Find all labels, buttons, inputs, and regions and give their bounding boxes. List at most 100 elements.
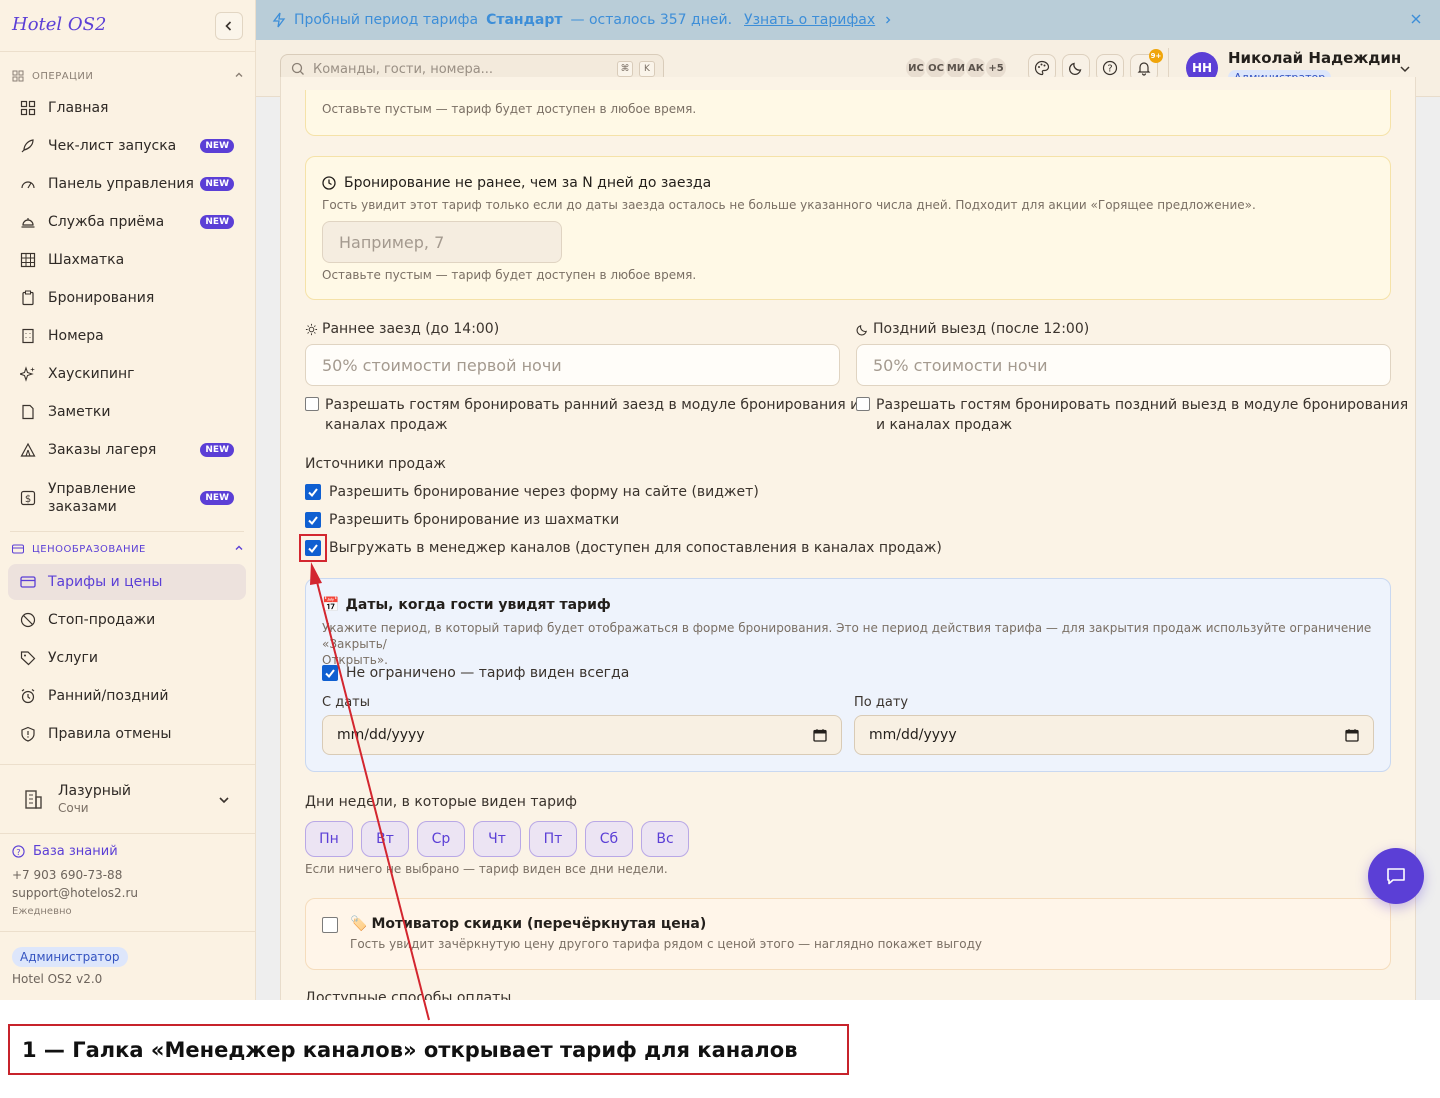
calendar-icon: 📅 [322,597,340,613]
motivator-checkbox[interactable] [322,917,338,933]
sun-icon [305,323,318,335]
sparkles-icon [20,366,36,382]
sidebar-item-label: Номера [48,328,104,344]
tag-icon: 🏷️ [350,916,368,932]
weekday-toggle[interactable]: Ср [417,821,465,857]
weekday-toggle[interactable]: Вс [641,821,689,857]
advance-hint: Оставьте пустым — тариф будет доступен в… [322,268,697,282]
sidebar-item[interactable]: Главная [8,90,246,126]
sidebar-item[interactable]: Шахматка [8,242,246,278]
tent-icon [20,442,36,458]
unlimited-checkbox[interactable] [322,665,338,681]
sidebar-item[interactable]: Служба приёма NEW [8,204,246,240]
sidebar-item-label: Правила отмены [48,726,172,742]
hotel-city: Сочи [58,801,89,815]
sales-source-label[interactable]: Выгружать в менеджер каналов (доступен д… [329,540,942,556]
kbd-k: K [639,61,655,77]
support-phone[interactable]: +7 903 690-73-88 [12,868,122,882]
notification-count: 9+ [1149,49,1163,63]
sidebar-item-label: Главная [48,100,109,116]
advance-days-input[interactable]: Например, 7 [322,221,562,263]
late-label-text: Поздний выезд (после 12:00) [873,321,1090,337]
section-pricing[interactable]: ЦЕНООБРАЗОВАНИЕ [12,543,244,555]
sidebar-item-label: Чек-лист запуска [48,138,177,154]
to-date-input[interactable]: mm/dd/yyyy [854,715,1374,755]
sidebar: Hotel OS2 ОПЕРАЦИИ Главная Чек-лист запус… [0,0,256,1000]
early-checkin-checkbox[interactable] [305,397,319,411]
sidebar-item[interactable]: Панель управления NEW [8,166,246,202]
weekday-toggle[interactable]: Пн [305,821,353,857]
close-icon[interactable] [1408,11,1424,27]
weekday-toggle[interactable]: Чт [473,821,521,857]
sidebar-item[interactable]: Хаускипинг [8,356,246,392]
sidebar-item-label: Стоп-продажи [48,612,156,628]
sales-source-checkbox[interactable] [305,512,321,528]
from-date-label: С даты [322,695,371,710]
late-checkout-checkbox[interactable] [856,397,870,411]
app-version: Hotel OS2 v2.0 [12,972,103,986]
support-email[interactable]: support@hotelos2.ru [12,886,138,900]
early-checkin-label: Раннее заезд (до 14:00) [305,321,499,337]
sales-source-label[interactable]: Разрешить бронирование через форму на са… [329,484,759,500]
collapse-sidebar-button[interactable] [215,12,243,40]
new-badge: NEW [200,491,234,505]
check-icon [308,488,318,498]
brand-logo[interactable]: Hotel OS2 [12,14,106,35]
weekday-toggle[interactable]: Сб [585,821,633,857]
chevron-down-icon [219,797,229,804]
sales-source-label[interactable]: Разрешить бронирование из шахматки [329,512,619,528]
check-icon [325,669,335,679]
weekdays-hint: Если ничего не выбрано — тариф виден все… [305,862,668,876]
advance-booking-box: Бронирование не ранее, чем за N дней до … [305,156,1391,300]
svg-text:$: $ [25,494,31,505]
weekday-toggle[interactable]: Вт [361,821,409,857]
unlimited-label[interactable]: Не ограничено — тариф виден всегда [346,665,629,681]
grid-icon [20,252,36,268]
role-badge: Администратор [12,947,128,967]
note-icon [20,404,36,420]
late-checkout-input[interactable]: 50% стоимости ночи [856,344,1391,386]
sidebar-item[interactable]: Тарифы и цены [8,564,246,600]
sidebar-item[interactable]: Чек-лист запуска NEW [8,128,246,164]
sidebar-item[interactable]: Услуги [8,640,246,676]
late-checkout-label: Поздний выезд (после 12:00) [856,321,1089,337]
discount-motivator-box: 🏷️ Мотиватор скидки (перечёркнутая цена)… [305,898,1391,970]
to-date-value: mm/dd/yyyy [869,727,957,743]
lightning-icon [272,12,286,28]
sidebar-item[interactable]: Номера [8,318,246,354]
sidebar-item-label: Шахматка [48,252,125,268]
kb-label: База знаний [33,844,118,859]
sidebar-item[interactable]: Стоп-продажи [8,602,246,638]
calendar-icon [1345,729,1359,742]
sidebar-item[interactable]: Заметки [8,394,246,430]
payments-title: Доступные способы оплаты [305,990,512,1000]
chat-fab-button[interactable] [1368,848,1424,904]
sidebar-item[interactable]: $ Управление заказами NEW [8,470,246,526]
section-operations[interactable]: ОПЕРАЦИИ [12,70,244,82]
motivator-title[interactable]: Мотиватор скидки (перечёркнутая цена) [371,916,706,932]
grid-small-icon [12,70,24,82]
user-name[interactable]: Николай Надеждин [1228,49,1401,67]
weekday-toggle[interactable]: Пт [529,821,577,857]
knowledge-base-link[interactable]: ? База знаний [12,844,118,859]
from-date-input[interactable]: mm/dd/yyyy [322,715,842,755]
late-check-line1: Разрешать гостям бронировать поздний вые… [876,397,1409,413]
early-checkbox-label[interactable]: Разрешать гостям бронировать ранний заез… [325,395,859,435]
chevron-down-icon[interactable] [1399,63,1411,75]
banner-link[interactable]: Узнать о тарифах [744,12,875,28]
early-checkin-input[interactable]: 50% стоимости первой ночи [305,344,840,386]
clipboard-icon [20,290,36,306]
section-title: ЦЕНООБРАЗОВАНИЕ [32,543,146,555]
sidebar-item[interactable]: Ранний/поздний [8,678,246,714]
sales-source-checkbox[interactable] [305,484,321,500]
sidebar-item[interactable]: Бронирования [8,280,246,316]
sidebar-item[interactable]: Заказы лагеря NEW [8,432,246,468]
chevron-up-icon [235,72,243,77]
section-title: ОПЕРАЦИИ [32,70,94,82]
sidebar-item[interactable]: Правила отмены [8,716,246,752]
dollar-icon: $ [20,490,36,506]
hotel-switcher[interactable]: Лазурный Сочи [12,772,244,826]
check-icon [308,516,318,526]
svg-text:?: ? [16,847,20,857]
late-checkbox-label[interactable]: Разрешать гостям бронировать поздний вые… [876,395,1408,435]
